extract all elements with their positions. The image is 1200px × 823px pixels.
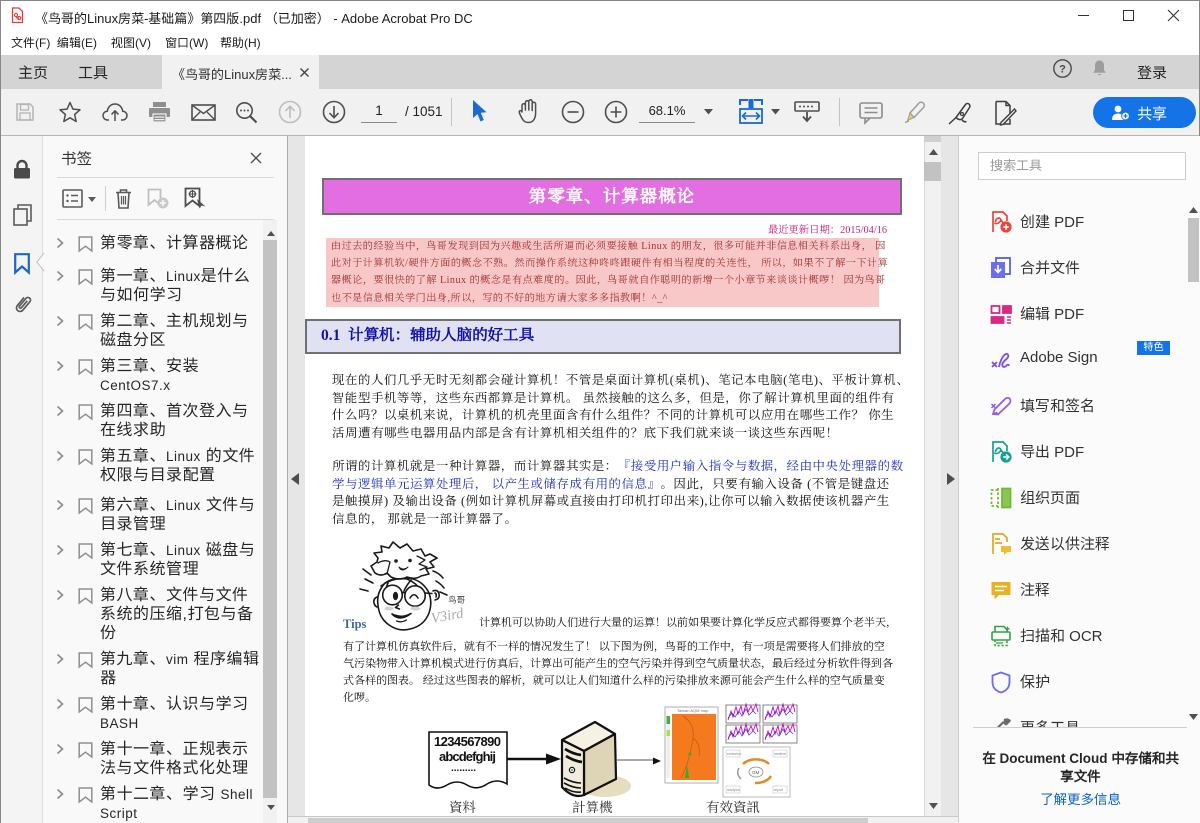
svg-text:report: report [774,788,783,792]
svg-text:abcdefghij: abcdefghij [439,749,496,764]
svg-text:1234567890: 1234567890 [434,734,501,749]
svg-text:analysis: analysis [727,788,740,792]
svg-text:weather: weather [774,752,787,756]
svg-text:.........: ......... [451,763,476,774]
svg-text:GM: GM [752,770,760,775]
svg-text:Taiwan AQM map: Taiwan AQM map [677,708,709,713]
svg-text:鸟哥: 鸟哥 [448,595,465,605]
svg-text:V3ird: V3ird [430,605,466,627]
svg-text:?: ? [1059,64,1066,76]
svg-text:emission: emission [727,752,741,756]
